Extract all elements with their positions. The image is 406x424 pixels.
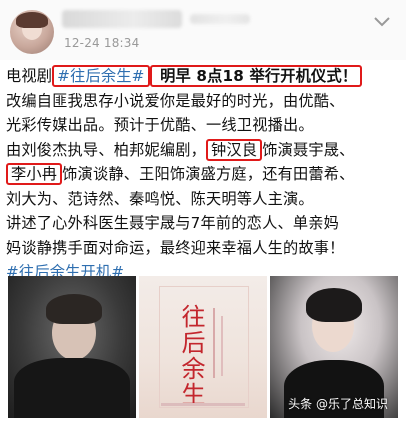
- hashtag-link[interactable]: #往后余生#: [52, 65, 150, 87]
- image-actor-male[interactable]: [8, 276, 136, 418]
- post-time: 12-24 18:34: [64, 36, 140, 50]
- actress-hair: [306, 288, 362, 322]
- post-text-line: 改编自匪我思存小说爱你是最好的时光，由优酷、: [6, 89, 402, 114]
- poster-subline: [221, 316, 223, 376]
- actor-hair: [46, 294, 102, 324]
- highlighted-text: 明早 8点18 举行开机仪式！: [149, 65, 363, 87]
- post-text-line: 由刘俊杰执导、柏邦妮编剧， 钟汉良 饰演聂宇晟、: [6, 138, 402, 163]
- watermark: 头条 @乐了总知识: [288, 397, 388, 411]
- text-segment: 光彩传媒出品。预计于优酷、一线卫视播出。: [6, 116, 314, 134]
- text-segment: 妈谈静携手面对命运，最终迎来幸福人生的故事！: [6, 238, 345, 257]
- image-actress[interactable]: 头条 @乐了总知识: [270, 276, 398, 418]
- image-drama-poster[interactable]: 往后余生: [139, 276, 267, 418]
- text-segment: 讲述了心外科医生聂宇晟与7年前的恋人、单亲妈: [6, 214, 340, 232]
- text-segment: 饰演聂宇晟、: [262, 140, 355, 159]
- text-segment: 改编自匪我思存小说爱你是最好的时光，由优酷、: [6, 91, 345, 110]
- avatar-hair: [16, 12, 48, 28]
- text-segment: 饰演谈静、王阳饰演盛方庭，还有田蕾希、: [62, 165, 355, 183]
- text-segment: 由刘俊杰执导、柏邦妮编剧，: [6, 140, 207, 159]
- text-segment: 刘大为、范诗然、秦鸣悦、陈天明等人主演。: [6, 189, 314, 208]
- username-blurred[interactable]: [62, 10, 182, 28]
- post-text-line: 电视剧 #往后余生# 明早 8点18 举行开机仪式！: [6, 64, 402, 89]
- chevron-down-icon[interactable]: [372, 14, 392, 28]
- poster-footer-line: [161, 403, 245, 406]
- post-text-line: 光彩传媒出品。预计于优酷、一线卫视播出。: [6, 113, 402, 138]
- highlighted-name: 李小冉: [6, 163, 63, 185]
- post-text: 电视剧 #往后余生# 明早 8点18 举行开机仪式！ 改编自匪我思存小说爱你是最好的…: [6, 64, 402, 285]
- poster-title: 往后余生: [177, 304, 205, 408]
- avatar[interactable]: [10, 10, 54, 54]
- poster-subline: [213, 308, 215, 378]
- highlighted-name: 钟汉良: [206, 138, 263, 161]
- post-text-line: 讲述了心外科医生聂宇晟与7年前的恋人、单亲妈: [6, 211, 402, 236]
- post-text-line: 妈谈静携手面对命运，最终迎来幸福人生的故事！: [6, 236, 402, 261]
- text-segment: 电视剧: [6, 67, 53, 85]
- actor-jacket: [14, 358, 130, 418]
- image-grid: 往后余生 头条 @乐了总知识: [8, 276, 398, 418]
- post-header: 12-24 18:34: [0, 0, 406, 60]
- post-text-line: 李小冉 饰演谈静、王阳饰演盛方庭，还有田蕾希、: [6, 162, 402, 187]
- post-text-line: 刘大为、范诗然、秦鸣悦、陈天明等人主演。: [6, 187, 402, 212]
- user-badge-blurred: [190, 14, 250, 24]
